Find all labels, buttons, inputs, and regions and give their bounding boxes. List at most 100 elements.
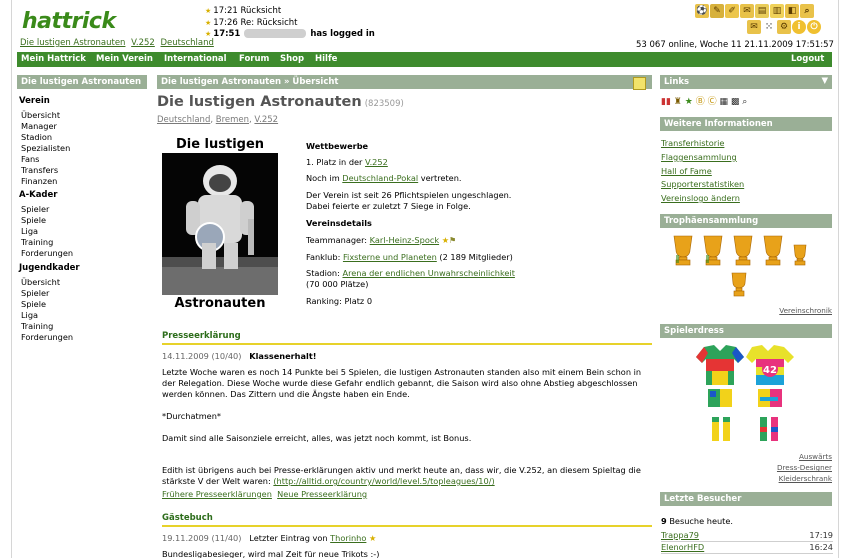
star-link-icon[interactable]: ★ bbox=[685, 97, 693, 107]
press-nav: Frühere Presseerklärungen Neue Presseerk… bbox=[162, 489, 650, 500]
header-team-link[interactable]: Die lustigen Astronauten bbox=[20, 38, 125, 48]
guestbook-heading: Gästebuch bbox=[162, 513, 652, 527]
sidebar-item[interactable]: Spiele bbox=[21, 215, 46, 225]
visitor-link[interactable]: Trappa79 bbox=[661, 530, 699, 540]
stadium-link[interactable]: Arena der endlichen Unwahrscheinlichkeit bbox=[342, 268, 514, 278]
sidebar-item[interactable]: Manager bbox=[21, 121, 57, 131]
unbeaten-text: Der Verein ist seit 26 Pflichtspielen un… bbox=[306, 190, 512, 200]
press-heading: Presseerklärung bbox=[162, 331, 652, 345]
sidebar-item[interactable]: Spieler bbox=[21, 288, 49, 298]
link-transferhistorie[interactable]: Transferhistorie bbox=[661, 138, 724, 148]
location-league-link[interactable]: V.252 bbox=[254, 115, 278, 125]
dress-header: Spielerdress bbox=[660, 324, 832, 338]
sidebar-item[interactable]: Stadion bbox=[21, 132, 52, 142]
sidebar-item[interactable]: Forderungen bbox=[21, 248, 73, 258]
sidebar-header[interactable]: Die lustigen Astronauten bbox=[17, 75, 147, 89]
fanclub-link[interactable]: Fixsterne und Planeten bbox=[343, 252, 437, 262]
breadcrumb: Die lustigen Astronauten » Übersicht bbox=[157, 75, 652, 89]
player-dress: 42 bbox=[690, 343, 802, 453]
link-supporterstatistiken[interactable]: Supporterstatistiken bbox=[661, 179, 744, 189]
visitor-link[interactable]: ElenorHFD bbox=[661, 542, 704, 552]
search-link-icon[interactable]: ⌕ bbox=[742, 97, 747, 107]
sidebar-item[interactable]: Liga bbox=[21, 226, 38, 236]
sidebar-item[interactable]: Übersicht bbox=[21, 110, 60, 120]
link-vereinslogo-aendern[interactable]: Vereinslogo ändern bbox=[661, 193, 740, 203]
news-item[interactable]: ★ 17:21 Rücksicht bbox=[205, 6, 375, 18]
links-header[interactable]: Links ▼ bbox=[660, 75, 832, 89]
nav-forum[interactable]: Forum bbox=[239, 54, 269, 64]
newspaper-icon[interactable]: ▤ bbox=[755, 4, 769, 18]
sidebar-item[interactable]: Übersicht bbox=[21, 277, 60, 287]
dress-designer-link[interactable]: Dress-Designer bbox=[740, 463, 832, 472]
nav-international[interactable]: International bbox=[164, 54, 227, 64]
older-press-link[interactable]: Frühere Presseerklärungen bbox=[162, 489, 272, 499]
search-icon[interactable]: ⌕ bbox=[800, 4, 814, 18]
winstreak-text: Dabei feierte er zuletzt 7 Siege in Folg… bbox=[306, 201, 471, 211]
link-flaggensammlung[interactable]: Flaggensammlung bbox=[661, 152, 737, 162]
league-link[interactable]: V.252 bbox=[365, 157, 388, 167]
grid-icon[interactable]: ⁙ bbox=[762, 20, 776, 34]
sidebar-item[interactable]: Spezialisten bbox=[21, 143, 70, 153]
sidebar-item[interactable]: Spieler bbox=[21, 204, 49, 214]
boot-icon[interactable]: ✎ bbox=[710, 4, 724, 18]
pencil-icon[interactable]: ✐ bbox=[725, 4, 739, 18]
whistle-icon[interactable]: ⚽ bbox=[695, 4, 709, 18]
chevron-down-icon[interactable]: ▼ bbox=[821, 76, 828, 86]
divider bbox=[661, 553, 833, 554]
tool-link-icon[interactable]: ▦ bbox=[719, 97, 728, 107]
b-link-icon[interactable]: Ⓑ bbox=[696, 97, 705, 107]
dress-away-link[interactable]: Auswärts bbox=[760, 452, 832, 461]
nav-hilfe[interactable]: Hilfe bbox=[315, 54, 337, 64]
sidebar-item[interactable]: Fans bbox=[21, 154, 39, 164]
nav-mein-verein[interactable]: Mein Verein bbox=[96, 54, 153, 64]
nav-logout[interactable]: Logout bbox=[791, 54, 824, 64]
settings-icon[interactable]: ⚙ bbox=[777, 20, 791, 34]
sidebar-item[interactable]: Spiele bbox=[21, 299, 46, 309]
press-url-link[interactable]: (http://alltid.org/country/world/level.5… bbox=[273, 476, 494, 486]
grid-link-icon[interactable]: ▩ bbox=[731, 97, 740, 107]
autohattrick-icon[interactable]: ▮▮ bbox=[661, 97, 671, 107]
press-paragraph: Letzte Woche waren es noch 14 Punkte bei… bbox=[162, 367, 642, 399]
nav-shop[interactable]: Shop bbox=[280, 54, 304, 64]
news-item[interactable]: ★ 17:26 Re: Rücksicht bbox=[205, 18, 375, 30]
c-link-icon[interactable]: Ⓒ bbox=[708, 97, 717, 107]
exit-icon[interactable]: ⏻ bbox=[807, 20, 821, 34]
cup-status: Noch im Deutschland-Pokal vertreten. bbox=[306, 173, 462, 183]
guestbook-user-link[interactable]: Thorinho bbox=[330, 533, 366, 543]
league-position: 1. Platz in der V.252 bbox=[306, 157, 388, 167]
visitors-header: Letzte Besucher bbox=[660, 492, 832, 506]
visitors-count: 9 Besuche heute. bbox=[661, 516, 734, 526]
hattrick-logo[interactable]: hattrick bbox=[22, 9, 116, 34]
sidebar-item[interactable]: Forderungen bbox=[21, 332, 73, 342]
new-press-link[interactable]: Neue Presseerklärung bbox=[277, 489, 367, 499]
trophy-link-icon[interactable]: ♜ bbox=[674, 97, 682, 107]
cup-link[interactable]: Deutschland-Pokal bbox=[342, 173, 418, 183]
sidebar-item[interactable]: Liga bbox=[21, 310, 38, 320]
location-region-link[interactable]: Bremen bbox=[216, 115, 249, 125]
sidebar-item[interactable]: Training bbox=[21, 321, 53, 331]
press-paragraph: Damit sind alle Saisonziele erreicht, al… bbox=[162, 433, 472, 443]
header-league-link[interactable]: V.252 bbox=[131, 38, 155, 48]
megaphone-icon[interactable]: ✉ bbox=[740, 4, 754, 18]
header-toolbar: ⚽ ✎ ✐ ✉ ▤ ▥ ◧ ⌕ ✉ ⁙ ⚙ i ⏻ bbox=[695, 4, 835, 36]
wettbewerbe-heading: Wettbewerbe bbox=[306, 141, 369, 151]
bookmark-icon[interactable]: ◧ bbox=[785, 4, 799, 18]
page-title: Die lustigen Astronauten (823509) bbox=[157, 94, 404, 110]
mail-icon[interactable]: ✉ bbox=[747, 20, 761, 34]
sidebar-item[interactable]: Transfers bbox=[21, 165, 58, 175]
location-country-link[interactable]: Deutschland bbox=[157, 115, 210, 125]
vereinsdetails-heading: Vereinsdetails bbox=[306, 218, 372, 228]
news-item[interactable]: ★ 17:51 has logged in bbox=[205, 29, 375, 41]
manager-link[interactable]: Karl-Heinz-Spock bbox=[370, 235, 439, 245]
star-icon: ★ bbox=[205, 7, 212, 15]
info-icon[interactable]: i bbox=[792, 20, 806, 34]
sidebar-item[interactable]: Finanzen bbox=[21, 176, 57, 186]
vereinschronik-link[interactable]: Vereinschronik bbox=[760, 306, 832, 315]
nav-mein-hattrick[interactable]: Mein Hattrick bbox=[21, 54, 86, 64]
link-hall-of-fame[interactable]: Hall of Fame bbox=[661, 166, 712, 176]
notes-icon[interactable] bbox=[633, 77, 646, 90]
wardrobe-link[interactable]: Kleiderschrank bbox=[740, 474, 832, 483]
press-paragraph: Edith ist übrigens auch bei Presse-erklä… bbox=[162, 465, 641, 486]
sidebar-item[interactable]: Training bbox=[21, 237, 53, 247]
notepad-icon[interactable]: ▥ bbox=[770, 4, 784, 18]
